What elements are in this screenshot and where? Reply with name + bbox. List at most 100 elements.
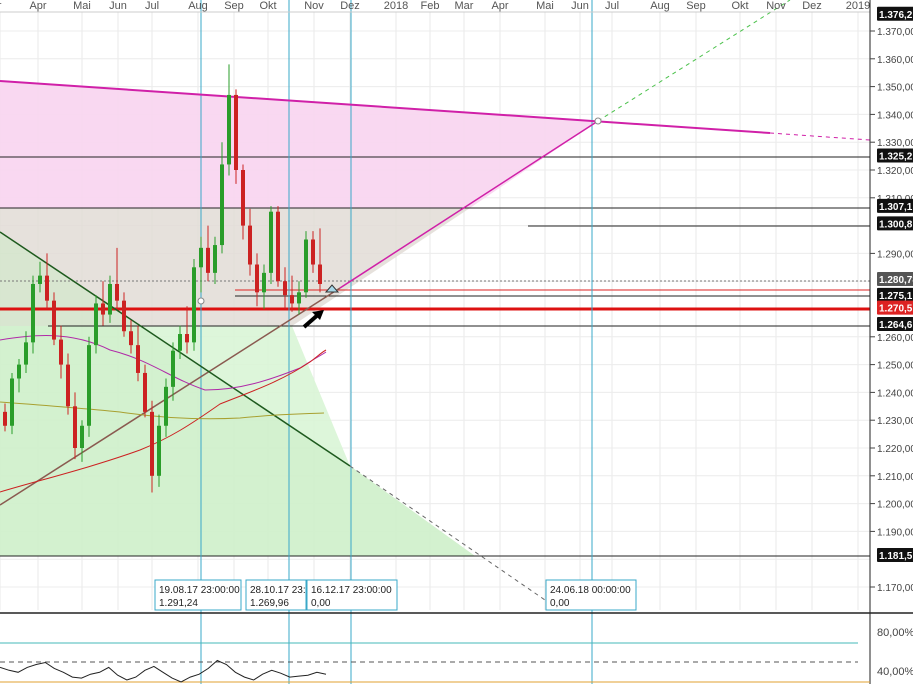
- candle-body: [115, 283, 119, 301]
- candle[interactable]: [234, 89, 238, 184]
- price-tick-label: 1.260,00: [877, 333, 913, 344]
- candle[interactable]: [94, 295, 98, 354]
- price-badge[interactable]: 1.264,6: [877, 317, 913, 331]
- price-badge-text: 1.275,1: [879, 291, 913, 302]
- month-label: Dez: [340, 0, 360, 12]
- date-tooltip-value: 0,00: [550, 598, 570, 609]
- price-badge-text: 1.264,6: [879, 320, 913, 331]
- date-tooltip-value: 0,00: [311, 598, 331, 609]
- price-tick-label: 1.320,00: [877, 166, 913, 177]
- month-label: Jul: [145, 0, 159, 12]
- candle-body: [24, 342, 28, 365]
- price-badge-text: 1.300,8: [879, 219, 913, 230]
- price-tick-label: 1.220,00: [877, 444, 913, 455]
- candle-body: [164, 386, 168, 426]
- date-tooltip[interactable]: 28.10.17 23: 1.269,96: [245, 579, 307, 611]
- oscillator-label-40: 40,00%: [877, 666, 913, 678]
- month-label: Sep: [224, 0, 244, 12]
- candle-body: [94, 303, 98, 346]
- date-tooltip[interactable]: 16.12.17 23:00:00 0,00: [306, 579, 398, 611]
- price-badge[interactable]: 1.181,5: [877, 548, 913, 562]
- candle[interactable]: [10, 372, 14, 435]
- date-tooltip-date: 24.06.18 00:00:00: [550, 585, 631, 596]
- price-badge[interactable]: 1.300,8: [877, 216, 913, 230]
- candle-body: [276, 211, 280, 282]
- candle-body: [66, 364, 70, 407]
- price-tick-label: 1.350,00: [877, 83, 913, 94]
- price-tick-label: 1.190,00: [877, 527, 913, 538]
- price-tick-label: 1.240,00: [877, 388, 913, 399]
- price-tick-label: 1.200,00: [877, 500, 913, 511]
- month-label: Dez: [802, 0, 822, 12]
- candle-body: [10, 378, 14, 426]
- month-label: Jun: [109, 0, 127, 12]
- price-tick-label: 1.360,00: [877, 55, 913, 66]
- candle-body: [206, 247, 210, 273]
- candle-body: [192, 267, 196, 343]
- candle-body: [213, 245, 217, 273]
- month-label: Apr: [491, 0, 508, 12]
- price-badge-text: 1.325,2: [879, 152, 913, 163]
- candle-body: [52, 300, 56, 340]
- candle-body: [122, 300, 126, 332]
- candle-body: [108, 283, 112, 315]
- candle-body: [129, 331, 133, 346]
- price-badge[interactable]: 1.307,1: [877, 198, 913, 213]
- candle-body: [290, 295, 294, 304]
- candle[interactable]: [87, 336, 91, 437]
- month-label: Mai: [536, 0, 554, 12]
- date-tooltip-value: 1.291,24: [159, 598, 198, 609]
- price-tick-label: 1.330,00: [877, 138, 913, 149]
- candle-body: [241, 170, 245, 226]
- price-tick-label: 1.340,00: [877, 110, 913, 121]
- candle-body: [318, 264, 322, 284]
- price-badge-text: 1.307,1: [879, 202, 913, 213]
- candle[interactable]: [31, 275, 35, 354]
- month-label: Mai: [73, 0, 91, 12]
- candle-body: [178, 334, 182, 351]
- candle-body: [73, 406, 77, 448]
- candle-body: [234, 94, 238, 170]
- aug-marker[interactable]: [197, 297, 205, 305]
- candle-body: [297, 292, 301, 304]
- chart-root: MarAprMaiJunJulAugSepOktNovDez2018FebMar…: [0, 0, 913, 684]
- candle[interactable]: [276, 206, 280, 287]
- month-label: Apr: [29, 0, 46, 12]
- date-tooltip[interactable]: 19.08.17 23:00:00 1.291,24: [154, 579, 242, 611]
- candle-body: [150, 411, 154, 476]
- month-label: Aug: [650, 0, 670, 12]
- price-tick-label: 1.250,00: [877, 361, 913, 372]
- price-badge[interactable]: 1.280,78: [877, 272, 913, 286]
- candle-body: [136, 345, 140, 373]
- candle[interactable]: [269, 206, 273, 284]
- candle-body: [31, 283, 35, 343]
- candle[interactable]: [304, 231, 308, 298]
- candle-body: [227, 94, 231, 165]
- candle[interactable]: [192, 258, 196, 351]
- month-label: Nov: [304, 0, 324, 12]
- candle-body: [171, 350, 175, 387]
- date-tooltip-value: 1.269,96: [250, 598, 289, 609]
- price-tick-label: 1.370,00: [877, 27, 913, 38]
- price-badge-text: 1.270,5: [879, 304, 913, 315]
- month-label: Mar: [455, 0, 474, 12]
- price-badge[interactable]: 1.325,2: [877, 148, 913, 163]
- price-badge[interactable]: 1.270,5: [877, 300, 913, 315]
- candle-body: [283, 281, 287, 296]
- candle-body: [87, 345, 91, 426]
- candle-body: [80, 425, 84, 448]
- date-tooltip[interactable]: 24.06.18 00:00:00 0,00: [545, 579, 637, 611]
- price-badge[interactable]: 1.275,1: [877, 287, 913, 302]
- candle-body: [17, 364, 21, 379]
- price-tick-label: 1.210,00: [877, 472, 913, 483]
- trend-intersection-marker[interactable]: [594, 117, 602, 125]
- price-tick-label: 1.290,00: [877, 249, 913, 260]
- candle-body: [157, 425, 161, 476]
- candle-body: [185, 334, 189, 343]
- price-badge[interactable]: 1.376,2: [877, 6, 913, 21]
- candle-body: [255, 264, 259, 293]
- month-label: Nov: [766, 0, 786, 12]
- candle-body: [269, 211, 273, 273]
- price-chart[interactable]: MarAprMaiJunJulAugSepOktNovDez2018FebMar…: [0, 0, 913, 684]
- date-tooltip-date: 28.10.17 23:: [250, 585, 306, 596]
